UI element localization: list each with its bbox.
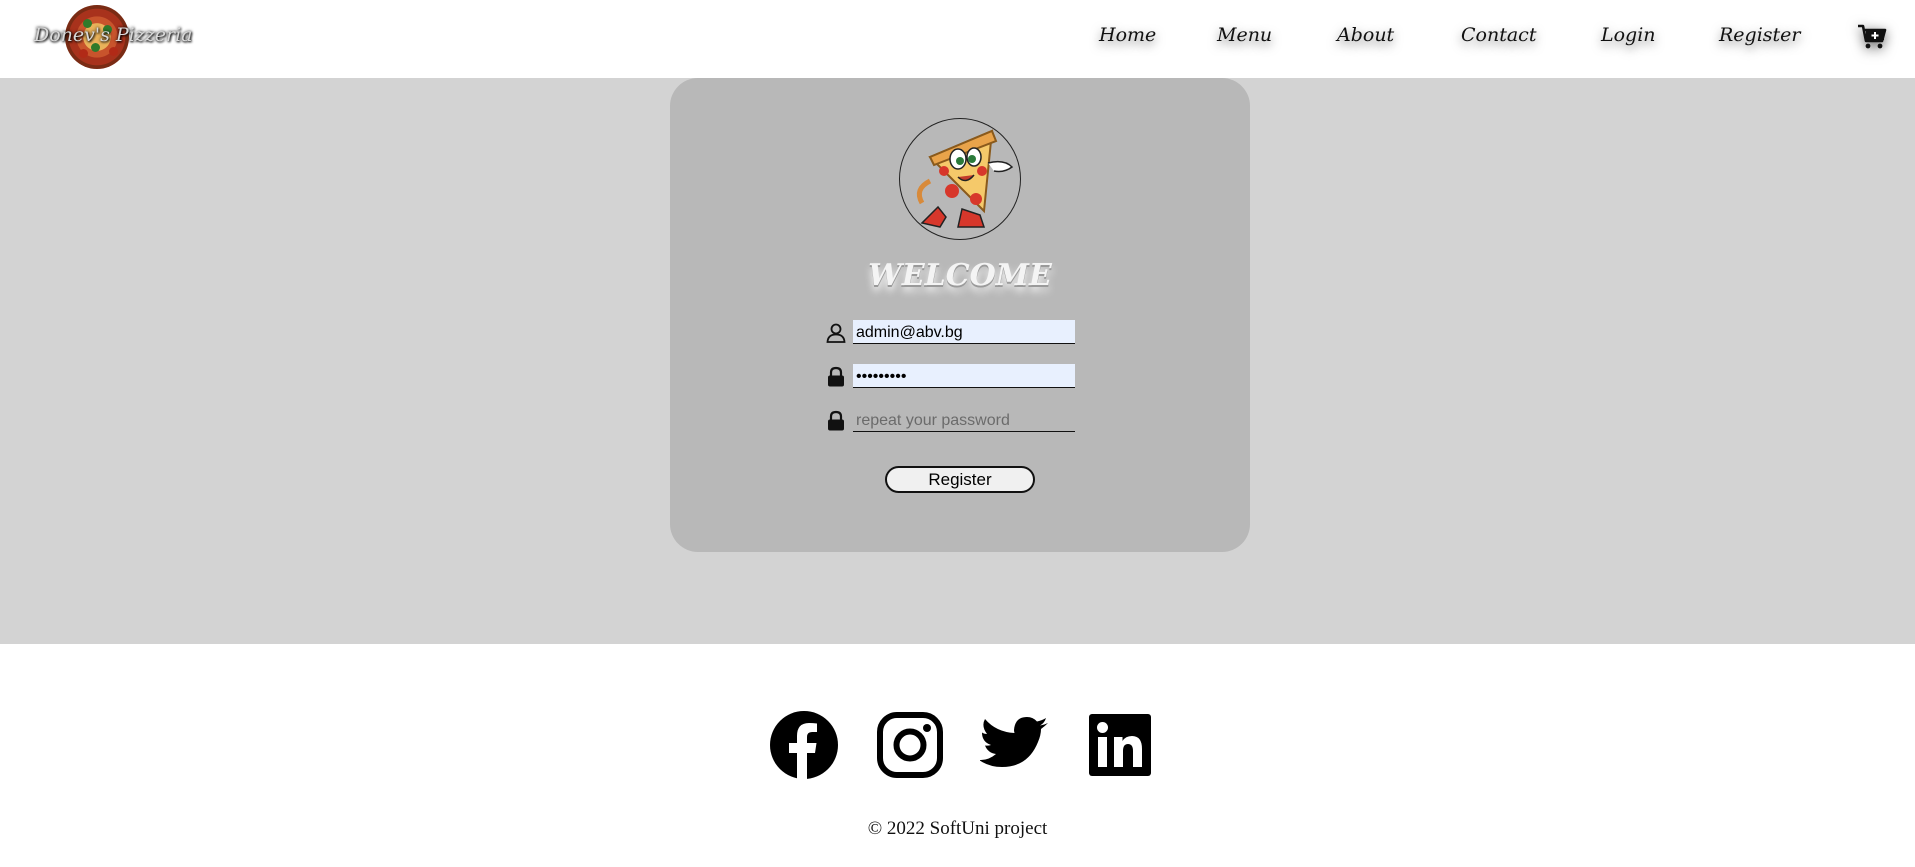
pizza-mascot-icon <box>916 129 1014 228</box>
lock-icon <box>828 366 844 387</box>
nav-contact[interactable]: Contact <box>1461 24 1536 46</box>
password-field[interactable] <box>853 364 1075 388</box>
nav-register[interactable]: Register <box>1719 24 1801 46</box>
pizza-mascot-avatar <box>899 118 1021 240</box>
email-row <box>825 320 1085 350</box>
nav-login[interactable]: Login <box>1601 24 1656 46</box>
twitter-icon[interactable] <box>980 710 1050 780</box>
linkedin-icon[interactable] <box>1085 710 1155 780</box>
repeat-password-row <box>825 408 1085 438</box>
facebook-icon[interactable] <box>769 710 839 780</box>
nav-menu[interactable]: Menu <box>1217 24 1272 46</box>
copyright-text: © 2022 SoftUni project <box>867 818 1048 839</box>
site-footer: © 2022 SoftUni project <box>0 644 1915 867</box>
repeat-password-field[interactable] <box>853 408 1075 432</box>
user-icon <box>826 323 846 343</box>
register-button[interactable]: Register <box>885 466 1035 493</box>
nav-home[interactable]: Home <box>1099 24 1156 46</box>
site-logo[interactable]: Donev's Pizzeria <box>34 4 193 70</box>
site-header: Donev's Pizzeria Home Menu About Contact… <box>0 0 1915 78</box>
lock-icon <box>828 410 844 431</box>
email-field[interactable] <box>853 320 1075 344</box>
instagram-icon[interactable] <box>875 710 945 780</box>
nav-about[interactable]: About <box>1337 24 1394 46</box>
welcome-title: WELCOME <box>868 258 1052 293</box>
register-card: WELCOME Register <box>670 78 1250 552</box>
cart-plus-icon[interactable] <box>1857 22 1887 52</box>
logo-text: Donev's Pizzeria <box>34 24 193 46</box>
main-content: WELCOME Register <box>0 78 1915 644</box>
password-row <box>825 364 1085 394</box>
